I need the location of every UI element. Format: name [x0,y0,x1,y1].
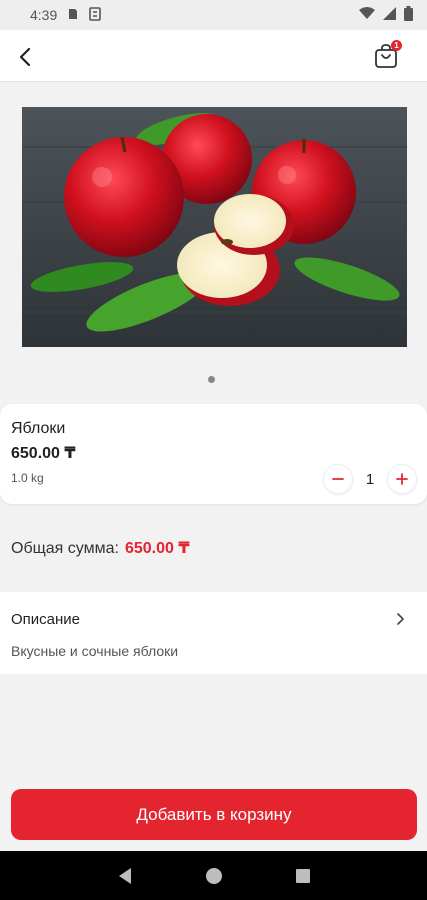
total-label: Общая сумма: [11,540,119,557]
square-recents-icon [295,868,310,883]
wifi-icon [359,7,375,23]
product-card: Яблоки 650.00 ₸ 1.0 kg 1 [0,404,427,504]
circle-home-icon [205,867,222,884]
description-section[interactable]: Описание Вкусные и сочные яблоки [0,592,427,674]
quantity-value: 1 [365,470,375,488]
signal-icon [383,7,396,23]
decrease-quantity-button[interactable] [323,464,353,494]
minus-icon [332,478,344,480]
nav-recents-button[interactable] [291,864,315,888]
sync-icon [89,6,102,24]
description-text: Вкусные и сочные яблоки [11,643,179,659]
description-title: Описание [11,611,81,628]
add-to-cart-button[interactable]: Добавить в корзину [11,789,417,840]
status-bar: 4:39 [0,0,427,30]
cart-button[interactable]: 1 [371,40,402,72]
storage-icon [67,7,79,23]
back-button[interactable] [10,42,40,72]
plus-icon [396,473,408,485]
total-row: Общая сумма: 650.00 ₸ [11,538,189,558]
red-apples-photo [22,107,407,347]
total-value: 650.00 ₸ [124,540,190,557]
triangle-back-icon [118,867,131,884]
status-time: 4:39 [30,7,58,23]
product-name: Яблоки [11,420,66,437]
product-weight: 1.0 kg [11,471,44,485]
product-price: 650.00 ₸ [11,445,76,462]
cart-count-badge: 1 [391,40,402,51]
battery-icon [404,6,413,24]
gallery-page-indicator [208,376,215,383]
nav-home-button[interactable] [202,864,226,888]
nav-back-button[interactable] [113,864,137,888]
app-bar: 1 [0,30,427,82]
product-gallery[interactable] [0,83,427,403]
chevron-right-icon [397,613,404,625]
system-nav-bar [0,851,427,900]
chevron-left-icon [19,47,31,67]
quantity-stepper: 1 [323,464,417,494]
increase-quantity-button[interactable] [387,464,417,494]
